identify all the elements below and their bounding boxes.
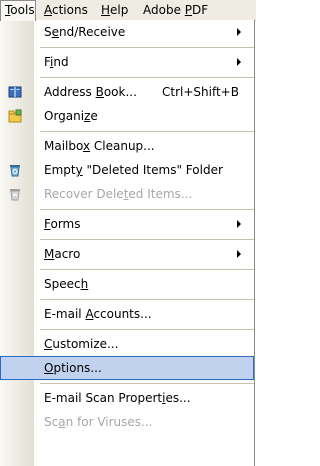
menu-item-organize[interactable]: Organize [0, 104, 254, 128]
menu-item-label: Macro [44, 247, 81, 261]
submenu-arrow-icon [237, 28, 241, 36]
menu-item-label: Options... [44, 361, 102, 375]
submenu-arrow-icon [237, 250, 241, 258]
menu-item-macro[interactable]: Macro [0, 242, 254, 266]
address-book-icon [8, 86, 22, 98]
menubar-tools[interactable]: Tools [0, 0, 36, 21]
menu-separator [40, 329, 254, 330]
menu-item-label: E-mail Accounts... [44, 307, 152, 321]
menu-separator [40, 47, 254, 48]
menu-item-label: Empty "Deleted Items" Folder [44, 163, 223, 177]
menu-separator [40, 77, 254, 78]
organize-icon [8, 109, 22, 123]
menu-item-label: Send/Receive [44, 25, 126, 39]
menu-item-email-scan-properties[interactable]: E-mail Scan Properties... [0, 386, 254, 410]
menu-item-email-accounts[interactable]: E-mail Accounts... [0, 302, 254, 326]
menu-item-recover-deleted[interactable]: Recover Deleted Items... [0, 182, 254, 206]
menu-item-label: Forms [44, 217, 81, 231]
menu-separator [40, 269, 254, 270]
menu-item-label: Scan for Viruses... [44, 415, 153, 429]
menu-item-empty-deleted[interactable]: Empty "Deleted Items" Folder [0, 158, 254, 182]
menu-item-label: Speech [44, 277, 89, 291]
menu-bar: Tools Actions Help Adobe PDF [0, 0, 256, 21]
menu-item-label: E-mail Scan Properties... [44, 391, 191, 405]
recycle-bin-icon [10, 165, 20, 177]
menubar-help[interactable]: Help [97, 0, 132, 20]
menubar-adobe-pdf[interactable]: Adobe PDF [139, 0, 212, 20]
menu-separator [40, 209, 254, 210]
menu-item-label: Organize [44, 109, 98, 123]
menu-item-options[interactable]: Options... [0, 356, 254, 380]
menu-item-speech[interactable]: Speech [0, 272, 254, 296]
menu-item-scan-viruses[interactable]: Scan for Viruses... [0, 410, 254, 434]
menu-item-mailbox-cleanup[interactable]: Mailbox Cleanup... [0, 134, 254, 158]
menu-item-label: Address Book... [44, 85, 137, 99]
recover-items-icon [10, 189, 20, 201]
submenu-arrow-icon [237, 220, 241, 228]
menubar-actions[interactable]: Actions [40, 0, 92, 20]
menu-item-label: Customize... [44, 337, 119, 351]
menu-item-customize[interactable]: Customize... [0, 332, 254, 356]
menu-item-send-receive[interactable]: Send/Receive [0, 20, 254, 44]
menu-item-address-book[interactable]: Address Book... Ctrl+Shift+B [0, 80, 254, 104]
menu-item-find[interactable]: Find [0, 50, 254, 74]
menu-separator [40, 239, 254, 240]
menu-item-label: Recover Deleted Items... [44, 187, 193, 201]
menu-separator [40, 131, 254, 132]
menu-item-shortcut: Ctrl+Shift+B [162, 85, 239, 99]
tools-menu: Send/Receive Find Address Book... Ctrl+S… [0, 20, 255, 466]
menu-separator [40, 299, 254, 300]
submenu-arrow-icon [237, 58, 241, 66]
menu-separator [40, 383, 254, 384]
menu-item-label: Find [44, 55, 69, 69]
menu-item-forms[interactable]: Forms [0, 212, 254, 236]
menu-item-label: Mailbox Cleanup... [44, 139, 155, 153]
